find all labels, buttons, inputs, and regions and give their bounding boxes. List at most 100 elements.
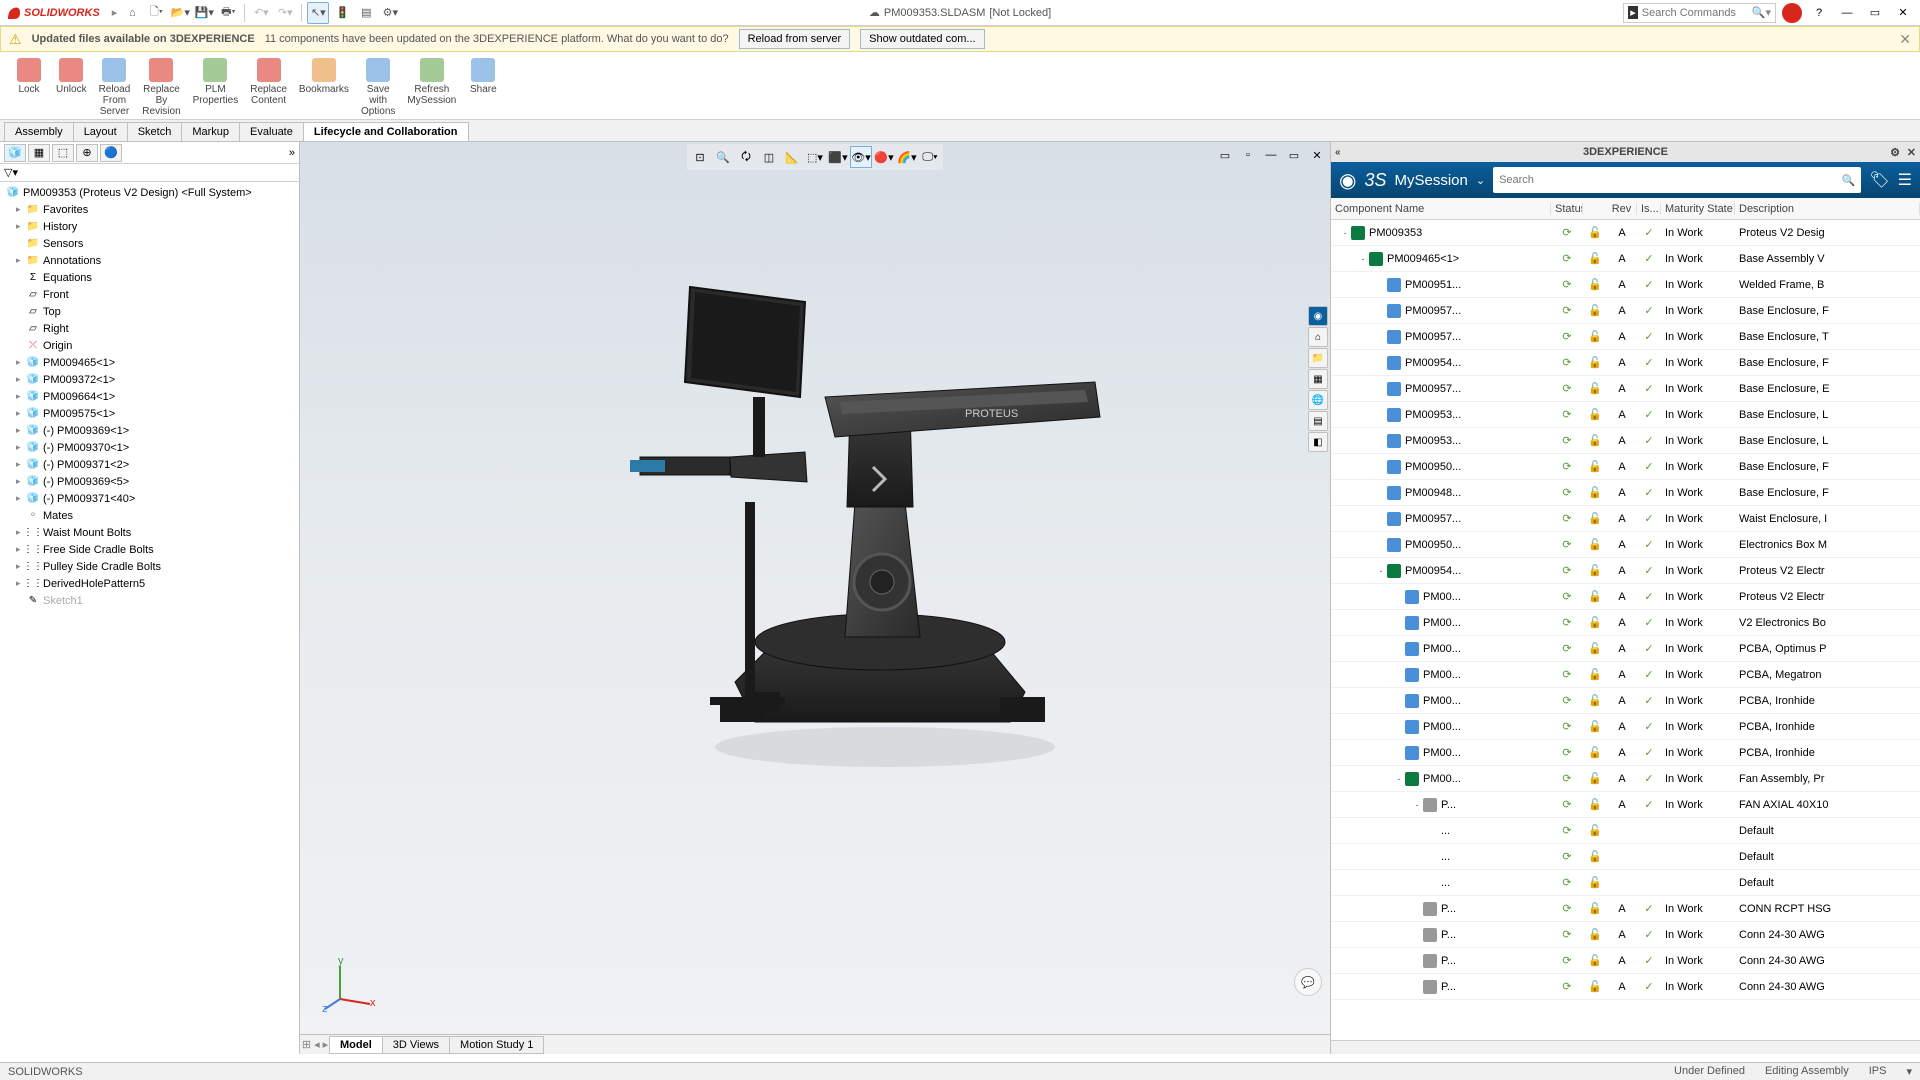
- tree-node[interactable]: ▱Front: [2, 286, 297, 303]
- col-maturity[interactable]: Maturity State: [1661, 203, 1735, 215]
- tree-node[interactable]: ΣEquations: [2, 269, 297, 286]
- help-icon[interactable]: ?: [1808, 2, 1830, 24]
- select-icon[interactable]: ↖▾: [307, 2, 329, 24]
- component-row[interactable]: PM00957...⟳🔓A✓In WorkWaist Enclosure, I: [1331, 506, 1920, 532]
- search-commands-input[interactable]: [1642, 7, 1752, 19]
- chat-icon[interactable]: 💬: [1294, 968, 1322, 996]
- custom-props-icon[interactable]: ◧: [1308, 432, 1328, 452]
- component-row[interactable]: PM00950...⟳🔓A✓In WorkElectronics Box M: [1331, 532, 1920, 558]
- apply-scene-icon[interactable]: 🌈▾: [896, 146, 918, 168]
- ribbon-lock[interactable]: Lock: [8, 56, 50, 97]
- component-row[interactable]: PM00951...⟳🔓A✓In WorkWelded Frame, B: [1331, 272, 1920, 298]
- notification-close-icon[interactable]: ✕: [1899, 31, 1911, 48]
- col-description[interactable]: Description: [1735, 203, 1920, 215]
- ribbon-refresh[interactable]: RefreshMySession: [401, 56, 462, 108]
- tree-node[interactable]: 📁Sensors: [2, 235, 297, 252]
- tree-root[interactable]: 🧊 PM009353 (Proteus V2 Design) <Full Sys…: [2, 184, 297, 201]
- component-row[interactable]: P...⟳🔓A✓In WorkCONN RCPT HSG: [1331, 896, 1920, 922]
- section-view-icon[interactable]: ◫: [758, 146, 780, 168]
- session-dropdown-icon[interactable]: ⌄: [1476, 174, 1485, 187]
- file-explorer-icon[interactable]: ▦: [1308, 369, 1328, 389]
- undo-icon[interactable]: ↶▾: [250, 2, 272, 24]
- component-row[interactable]: -PM00954...⟳🔓A✓In WorkProteus V2 Electr: [1331, 558, 1920, 584]
- property-manager-tab-icon[interactable]: ▦: [28, 144, 50, 162]
- open-icon[interactable]: 📂▾: [169, 2, 191, 24]
- print-icon[interactable]: 🖶▾: [217, 2, 239, 24]
- tag-icon[interactable]: 🏷: [1869, 170, 1889, 190]
- display-manager-tab-icon[interactable]: 🔵: [100, 144, 122, 162]
- status-units[interactable]: IPS: [1869, 1065, 1887, 1078]
- feature-tree-tab-icon[interactable]: 🧊: [4, 144, 26, 162]
- component-row[interactable]: PM00948...⟳🔓A✓In WorkBase Enclosure, F: [1331, 480, 1920, 506]
- edit-appearance-icon[interactable]: 🔴▾: [873, 146, 895, 168]
- col-rev[interactable]: Rev: [1607, 203, 1637, 215]
- vp-new-icon[interactable]: ▫: [1237, 144, 1259, 166]
- panel-settings-icon[interactable]: ⚙: [1890, 146, 1900, 159]
- horizontal-scrollbar[interactable]: [1331, 1040, 1920, 1054]
- vp-max-icon[interactable]: ▭: [1283, 144, 1305, 166]
- component-row[interactable]: P...⟳🔓A✓In WorkConn 24-30 AWG: [1331, 974, 1920, 1000]
- hide-show-icon[interactable]: 👁▾: [850, 146, 872, 168]
- col-status[interactable]: Status: [1551, 203, 1583, 215]
- 3dx-icon[interactable]: ◉: [1308, 306, 1328, 326]
- previous-view-icon[interactable]: 🗘: [735, 146, 757, 168]
- vp-link-icon[interactable]: ▭: [1214, 144, 1236, 166]
- ribbon-save[interactable]: SavewithOptions: [355, 56, 401, 119]
- component-row[interactable]: PM00...⟳🔓A✓In WorkPCBA, Optimus P: [1331, 636, 1920, 662]
- component-row[interactable]: PM00...⟳🔓A✓In WorkPCBA, Ironhide: [1331, 688, 1920, 714]
- component-row[interactable]: ...⟳🔓Default: [1331, 844, 1920, 870]
- view-palette-icon[interactable]: 🌐: [1308, 390, 1328, 410]
- component-row[interactable]: -PM00...⟳🔓A✓In WorkFan Assembly, Pr: [1331, 766, 1920, 792]
- tab-assembly[interactable]: Assembly: [4, 122, 74, 141]
- dimxpert-tab-icon[interactable]: ⊕: [76, 144, 98, 162]
- tree-node[interactable]: ▸🧊PM009465<1>: [2, 354, 297, 371]
- tree-node[interactable]: ▸📁Annotations: [2, 252, 297, 269]
- view-orientation-icon[interactable]: ⬚▾: [804, 146, 826, 168]
- tree-node[interactable]: ⚬Mates: [2, 507, 297, 524]
- tree-node[interactable]: ▸⋮⋮Free Side Cradle Bolts: [2, 541, 297, 558]
- reload-from-server-button[interactable]: Reload from server: [739, 29, 851, 49]
- redo-icon[interactable]: ↷▾: [274, 2, 296, 24]
- search-icon[interactable]: 🔍: [1842, 174, 1856, 187]
- search-icon[interactable]: 🔍▾: [1752, 6, 1771, 19]
- 3dx-search[interactable]: 🔍: [1493, 167, 1861, 193]
- tree-node[interactable]: ⤬Origin: [2, 337, 297, 354]
- search-commands[interactable]: ▸ 🔍▾: [1623, 3, 1776, 23]
- options-icon[interactable]: ⚙▾: [379, 2, 401, 24]
- display-style-icon[interactable]: ⬛▾: [827, 146, 849, 168]
- component-row[interactable]: PM00...⟳🔓A✓In WorkV2 Electronics Bo: [1331, 610, 1920, 636]
- component-row[interactable]: PM00957...⟳🔓A✓In WorkBase Enclosure, T: [1331, 324, 1920, 350]
- tree-node[interactable]: ▸🧊(-) PM009370<1>: [2, 439, 297, 456]
- dynamic-annotation-icon[interactable]: 📐: [781, 146, 803, 168]
- component-row[interactable]: PM00950...⟳🔓A✓In WorkBase Enclosure, F: [1331, 454, 1920, 480]
- tree-node[interactable]: ▸🧊PM009372<1>: [2, 371, 297, 388]
- bottom-tab-3d-views[interactable]: 3D Views: [382, 1036, 450, 1054]
- tree-node[interactable]: ▸🧊(-) PM009369<5>: [2, 473, 297, 490]
- user-avatar[interactable]: [1782, 3, 1802, 23]
- col-is[interactable]: Is...: [1637, 203, 1661, 215]
- tab-evaluate[interactable]: Evaluate: [239, 122, 304, 141]
- component-row[interactable]: -PM009353⟳🔓A✓In WorkProteus V2 Desig: [1331, 220, 1920, 246]
- save-icon[interactable]: 💾▾: [193, 2, 215, 24]
- ribbon-replace[interactable]: ReplaceContent: [244, 56, 293, 108]
- orientation-triad[interactable]: y x z: [320, 954, 380, 1014]
- menu-icon[interactable]: ☰: [1898, 170, 1912, 190]
- restore-icon[interactable]: ▭: [1864, 2, 1886, 24]
- new-icon[interactable]: 🗋▾: [145, 2, 167, 24]
- tab-sketch[interactable]: Sketch: [127, 122, 183, 141]
- component-row[interactable]: PM00...⟳🔓A✓In WorkPCBA, Megatron: [1331, 662, 1920, 688]
- tab-markup[interactable]: Markup: [181, 122, 240, 141]
- panel-pin-icon[interactable]: ✕: [1907, 146, 1916, 159]
- tree-node[interactable]: ▸⋮⋮Pulley Side Cradle Bolts: [2, 558, 297, 575]
- filter-bar[interactable]: ▽▾: [0, 164, 299, 182]
- component-row[interactable]: -P...⟳🔓A✓In WorkFAN AXIAL 40X10: [1331, 792, 1920, 818]
- show-outdated-button[interactable]: Show outdated com...: [860, 29, 984, 49]
- 3dx-search-input[interactable]: [1499, 174, 1842, 186]
- config-manager-tab-icon[interactable]: ⬚: [52, 144, 74, 162]
- appearances-icon[interactable]: ▤: [1308, 411, 1328, 431]
- graphics-viewport[interactable]: ⊡ 🔍 🗘 ◫ 📐 ⬚▾ ⬛▾ 👁▾ 🔴▾ 🌈▾ 🖵▾ ▭ ▫ — ▭ ✕: [300, 142, 1330, 1054]
- tab-layout[interactable]: Layout: [73, 122, 128, 141]
- ribbon-reload[interactable]: ReloadFromServer: [93, 56, 137, 119]
- zoom-fit-icon[interactable]: ⊡: [689, 146, 711, 168]
- bottom-tab-model[interactable]: Model: [329, 1036, 383, 1054]
